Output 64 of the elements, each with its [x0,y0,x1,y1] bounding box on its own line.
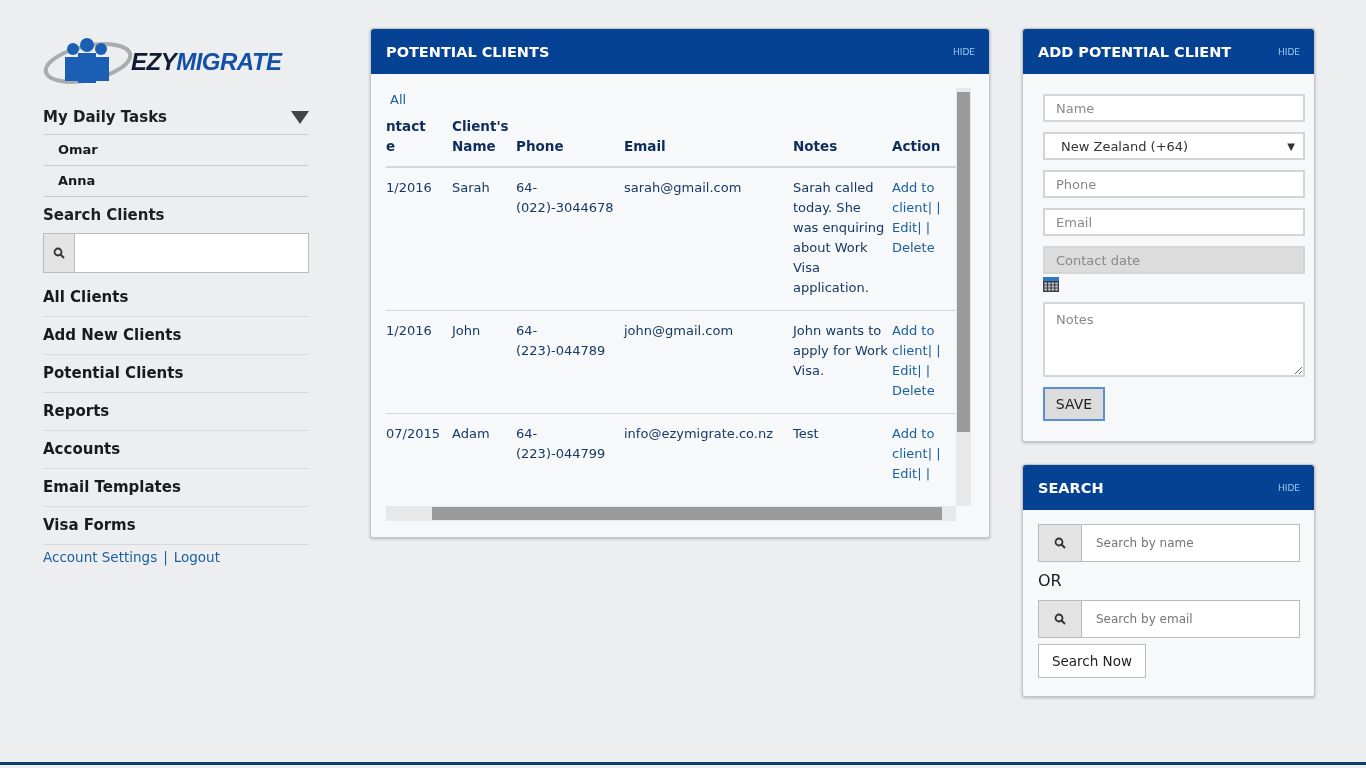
save-button[interactable]: SAVE [1043,387,1105,421]
nav-item[interactable]: All Clients [43,279,309,317]
name-search-field[interactable]: Search by name [1082,524,1300,562]
table-cell: John wants to apply for Work Visa. [793,310,892,414]
table-cell: 64-(223)-044789 [516,310,624,414]
or-label: OR [1038,570,1063,592]
vertical-scrollbar[interactable] [956,88,971,506]
panel-title: POTENTIAL CLIENTS [386,43,550,60]
table-cell: 64-(022)-3044678 [516,167,624,311]
table-cell: 64-(223)-044799 [516,413,624,496]
table-cell: 1/2016 [386,310,452,414]
search-button[interactable] [1038,524,1082,562]
panel-title: ADD POTENTIAL CLIENT [1038,43,1232,60]
nav-item[interactable]: Accounts [43,431,309,469]
link-separator: | [163,549,168,565]
search-button[interactable] [1038,600,1082,638]
column-header: Email [624,112,793,167]
hide-link[interactable]: HIDE [1277,46,1300,57]
nav-item[interactable]: Email Templates [43,469,309,507]
table-cell: John [452,310,516,414]
country-select[interactable]: New Zealand (+64) ▼ [1043,132,1305,160]
horizontal-scrollbar[interactable] [386,506,956,521]
calendar-icon[interactable] [1043,276,1059,292]
client-search-field[interactable] [75,233,309,273]
column-header: Phone [516,112,624,167]
table-cell: info@ezymigrate.co.nz [624,413,793,496]
text-field[interactable]: Phone [1043,170,1305,198]
text-field[interactable]: Email [1043,208,1305,236]
footer-link[interactable]: Account Settings [43,549,158,565]
table-cell: Sarah called today. She was enquiring about Work Visa application. [793,167,892,311]
table-cell: 1/2016 [386,167,452,311]
table-cell: sarah@gmail.com [624,167,793,311]
search-heading: Search Clients [43,205,166,226]
tasks-heading: My Daily Tasks [43,108,168,126]
search-icon [1054,613,1066,625]
task-item[interactable]: Anna [43,166,309,197]
task-item[interactable]: Omar [43,135,309,166]
panel-title: SEARCH [1038,479,1104,496]
dropdown-triangle-icon[interactable] [291,110,309,124]
search-icon [53,247,65,259]
search-button[interactable] [43,233,75,273]
table-cell: Sarah [452,167,516,311]
hide-link[interactable]: HIDE [1277,482,1300,493]
email-search-field[interactable]: Search by email [1082,600,1300,638]
column-header: Client's Name [452,112,516,167]
hide-link[interactable]: HIDE [952,46,975,57]
search-icon [1054,537,1066,549]
column-header: ntact e [386,112,452,167]
table-cell: 07/2015 [386,413,452,496]
table-cell: john@gmail.com [624,310,793,414]
column-header: Notes [793,112,892,167]
nav-item[interactable]: Visa Forms [43,507,309,545]
notes-field[interactable]: Notes [1043,302,1305,377]
table-cell: Test [793,413,892,496]
nav-item[interactable]: Potential Clients [43,355,309,393]
logo-text: EZYMIGRATE [131,48,282,76]
nav-item[interactable]: Reports [43,393,309,431]
action-links[interactable]: Add to client| | Edit| | [892,413,956,496]
view-all-link[interactable]: All [390,92,407,107]
text-field[interactable]: Name [1043,94,1305,122]
footer-link[interactable]: Logout [173,549,220,565]
nav-item[interactable]: Add New Clients [43,317,309,355]
search-now-button[interactable]: Search Now [1038,644,1146,678]
table-cell: Adam [452,413,516,496]
